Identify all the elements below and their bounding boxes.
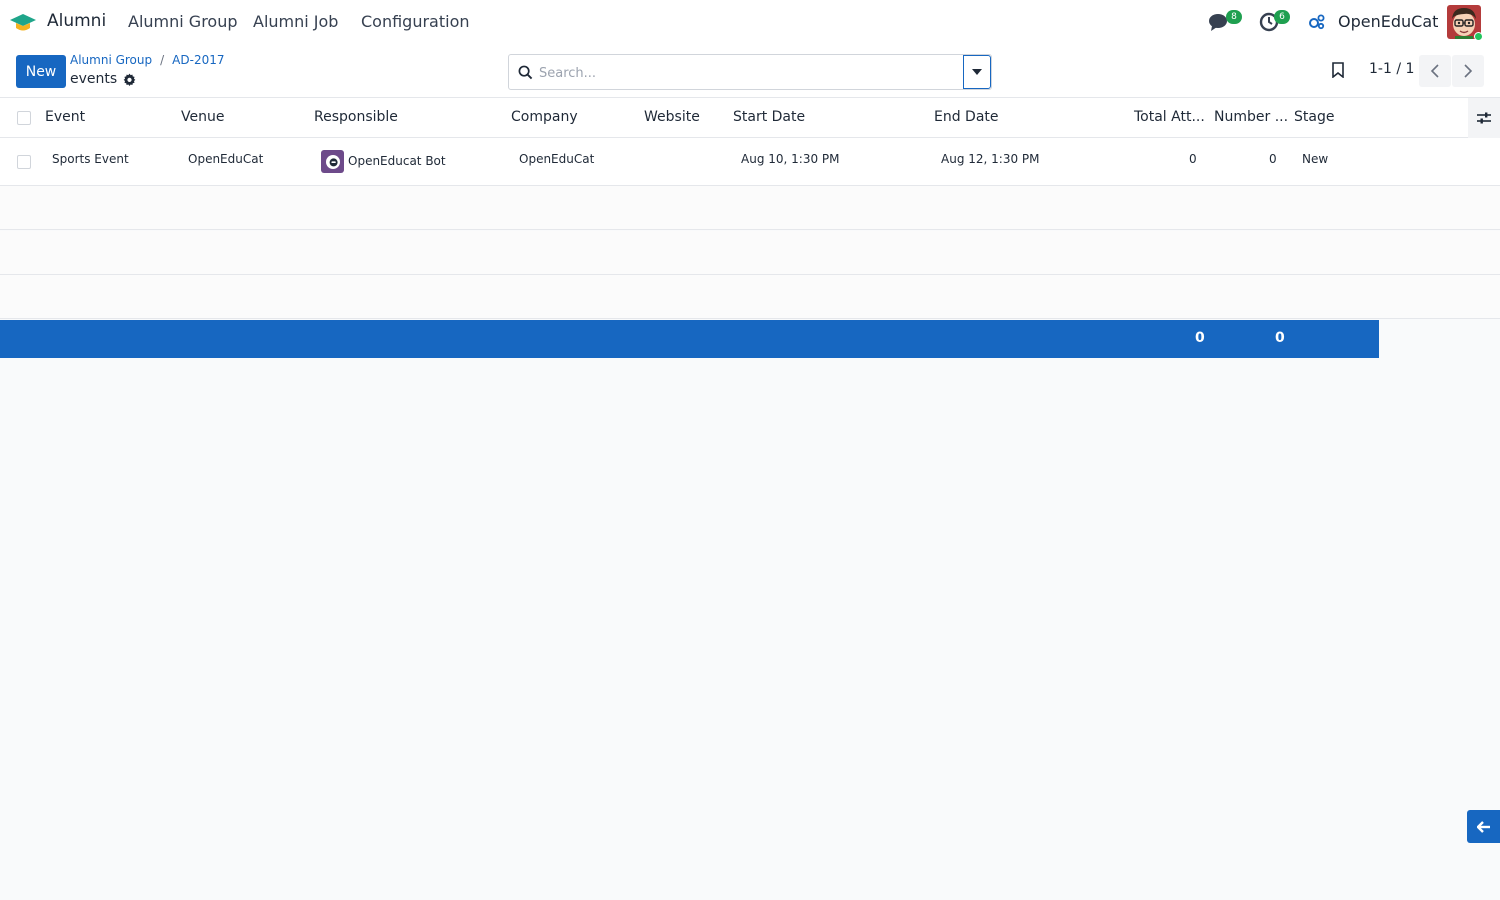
control-panel: New Alumni Group / AD-2017 events 1-1 / … (0, 45, 1500, 98)
empty-row (0, 275, 1500, 319)
column-header-total-attendees[interactable]: Total Att... (1134, 109, 1205, 125)
cell-end-date[interactable]: Aug 12, 1:30 PM (941, 152, 1040, 166)
company-name[interactable]: OpenEduCat (1338, 12, 1438, 31)
column-header-event[interactable]: Event (45, 109, 85, 125)
cell-responsible[interactable]: OpenEducat Bot (348, 154, 446, 168)
select-all-checkbox[interactable] (17, 111, 31, 125)
number-sum: 0 (1275, 330, 1285, 346)
bookmark-icon[interactable] (1331, 62, 1345, 78)
menu-alumni-job[interactable]: Alumni Job (253, 12, 338, 31)
column-header-website[interactable]: Website (644, 109, 700, 125)
breadcrumb-alumni-group[interactable]: Alumni Group (70, 53, 152, 67)
column-header-stage[interactable]: Stage (1294, 109, 1334, 125)
pager-next-button[interactable] (1452, 55, 1484, 87)
search-options-toggle[interactable] (963, 55, 991, 89)
page-title: events (70, 71, 136, 87)
empty-row (0, 231, 1500, 275)
cell-start-date[interactable]: Aug 10, 1:30 PM (741, 152, 840, 166)
chevron-right-icon (1464, 64, 1473, 78)
bot-avatar (321, 150, 344, 173)
current-view-title: events (70, 71, 118, 87)
empty-row (0, 186, 1500, 230)
optional-columns-toggle[interactable] (1468, 98, 1500, 138)
new-button[interactable]: New (16, 55, 66, 88)
pager-previous-button[interactable] (1419, 55, 1451, 87)
expand-sidebar-button[interactable] (1467, 810, 1500, 843)
table-footer-totals: 0 0 (0, 320, 1379, 358)
activities-badge: 6 (1274, 10, 1290, 24)
column-header-number[interactable]: Number ... (1214, 109, 1288, 125)
breadcrumb-ad-2017[interactable]: AD-2017 (172, 53, 224, 67)
menu-alumni-group[interactable]: Alumni Group (128, 12, 238, 31)
cell-number[interactable]: 0 (1269, 152, 1277, 166)
online-status-icon (1474, 32, 1483, 41)
column-header-responsible[interactable]: Responsible (314, 109, 398, 125)
sliders-icon (1477, 112, 1491, 124)
cell-event[interactable]: Sports Event (52, 152, 129, 166)
column-header-end-date[interactable]: End Date (934, 109, 999, 125)
app-name[interactable]: Alumni (47, 11, 106, 31)
menu-configuration[interactable]: Configuration (361, 12, 470, 31)
breadcrumb: Alumni Group / AD-2017 (70, 53, 225, 67)
search-input[interactable] (539, 63, 959, 83)
table-row[interactable]: Sports Event OpenEduCat OpenEducat Bot O… (0, 138, 1500, 186)
arrow-left-icon (1476, 820, 1490, 833)
column-header-venue[interactable]: Venue (181, 109, 224, 125)
company-switch-icon[interactable] (1308, 14, 1326, 30)
cell-stage[interactable]: New (1302, 152, 1328, 166)
caret-down-icon (972, 69, 982, 75)
breadcrumb-separator: / (160, 53, 165, 67)
table-header: Event Venue Responsible Company Website … (0, 98, 1500, 138)
row-checkbox[interactable] (17, 155, 31, 169)
cell-company[interactable]: OpenEduCat (519, 152, 594, 166)
search-icon (518, 65, 533, 80)
cell-venue[interactable]: OpenEduCat (188, 152, 263, 166)
messages-badge: 8 (1226, 10, 1242, 24)
column-header-company[interactable]: Company (511, 109, 578, 125)
total-attendees-sum: 0 (1195, 330, 1205, 346)
bot-icon (325, 154, 340, 169)
cell-total-attendees[interactable]: 0 (1189, 152, 1197, 166)
column-header-start-date[interactable]: Start Date (733, 109, 805, 125)
top-navbar: Alumni Alumni Group Alumni Job Configura… (0, 0, 1500, 45)
graduation-cap-icon[interactable] (9, 12, 37, 34)
gear-icon[interactable] (123, 73, 136, 86)
search-box (508, 54, 992, 90)
pager-value[interactable]: 1-1 / 1 (1369, 61, 1414, 77)
chevron-left-icon (1430, 64, 1439, 78)
